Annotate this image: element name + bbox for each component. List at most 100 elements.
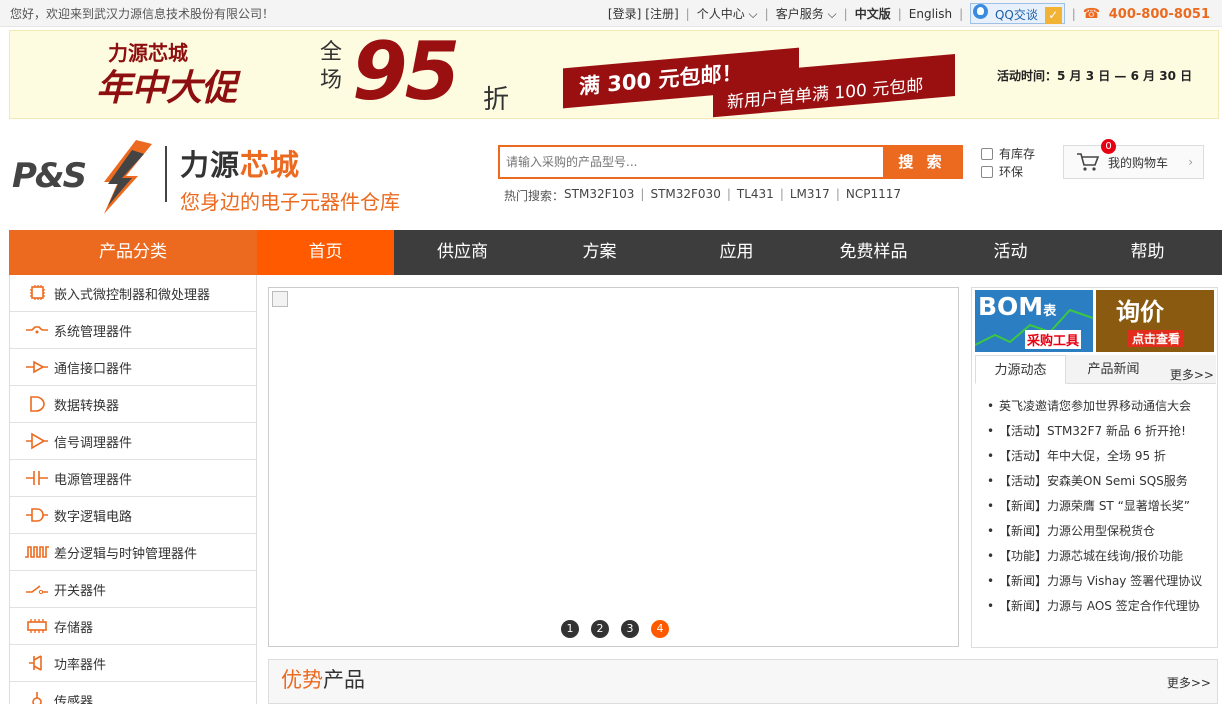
- sidebar-item[interactable]: 开关器件: [10, 571, 256, 608]
- sidebar-item[interactable]: 差分逻辑与时钟管理器件: [10, 534, 256, 571]
- nav-activities[interactable]: 活动: [942, 230, 1079, 275]
- nav-solutions[interactable]: 方案: [531, 230, 668, 275]
- news-item-text: 【功能】力源芯城在线询/报价功能: [999, 549, 1184, 563]
- news-more-link[interactable]: 更多>>: [1170, 366, 1214, 383]
- welcome-text: 您好，欢迎来到武汉力源信息技术股份有限公司！: [10, 7, 275, 21]
- news-item-text: 【活动】安森美ON Semi SQS服务: [999, 474, 1188, 488]
- news-item[interactable]: • 【新闻】力源公用型保税货仓: [987, 524, 1212, 549]
- converter-icon: [30, 396, 45, 412]
- sidebar-item-label: 传感器: [54, 694, 94, 704]
- cart-button[interactable]: 0 我的购物车 ›: [1063, 139, 1204, 179]
- filter-eco[interactable]: 环保: [981, 163, 1035, 181]
- hot-search-item[interactable]: TL431: [737, 187, 774, 204]
- site-logo[interactable]: P&S: [10, 138, 160, 216]
- sidebar-item[interactable]: 系统管理器件: [10, 312, 256, 349]
- register-link[interactable]: [注册]: [645, 5, 678, 22]
- sidebar-item[interactable]: 数据转换器: [10, 386, 256, 423]
- sidebar-item-label: 电源管理器件: [54, 472, 133, 488]
- lang-cn-link[interactable]: 中文版: [855, 5, 891, 22]
- search-input[interactable]: [500, 147, 883, 177]
- nav-applications[interactable]: 应用: [668, 230, 805, 275]
- nav-help[interactable]: 帮助: [1079, 230, 1216, 275]
- right-panel: BOM表 采购工具 询价 点击查看 力源动态 产品新闻 更多>> • 英飞凌邀请您…: [971, 287, 1218, 648]
- qq-chat-button[interactable]: QQ交谈 ✓: [970, 3, 1065, 24]
- sidebar-item-label: 开关器件: [54, 583, 107, 599]
- news-item[interactable]: • 【功能】力源芯城在线询/报价功能: [987, 549, 1212, 574]
- tab-company-news[interactable]: 力源动态: [975, 355, 1066, 384]
- search-button[interactable]: 搜 索: [883, 147, 961, 177]
- nav-free-samples[interactable]: 免费样品: [805, 230, 942, 275]
- nav-suppliers[interactable]: 供应商: [394, 230, 531, 275]
- slider-dot[interactable]: 2: [591, 620, 609, 638]
- banner-ribbon: 满 300 元包邮！ 新用户首单满 100 元包邮: [563, 31, 959, 118]
- advantage-products-section: 优势产品 更多>>: [268, 659, 1218, 704]
- sidebar-item[interactable]: 嵌入式微控制器和微处理器: [10, 275, 256, 312]
- hot-search-item[interactable]: STM32F030: [650, 187, 720, 204]
- memory-icon: [27, 619, 47, 633]
- hot-search-item[interactable]: LM317: [790, 187, 830, 204]
- section-title: 优势产品: [281, 664, 365, 694]
- hot-search-label: 热门搜索：: [504, 189, 565, 203]
- hot-searches: 热门搜索： STM32F103 | STM32F030 | TL431 | LM…: [504, 187, 901, 204]
- broken-image-icon: [272, 291, 288, 307]
- checkbox[interactable]: [981, 148, 993, 160]
- divider: |: [764, 6, 769, 21]
- clock-icon: [25, 546, 49, 558]
- sidebar-item[interactable]: 电源管理器件: [10, 460, 256, 497]
- hero-slider[interactable]: 1 2 3 4: [268, 287, 959, 647]
- tab-product-news[interactable]: 产品新闻: [1068, 355, 1159, 384]
- divider: |: [685, 6, 690, 21]
- sidebar-item-label: 系统管理器件: [54, 324, 133, 340]
- news-item[interactable]: • 【新闻】力源荣膺 ST “显著增长奖”: [987, 499, 1212, 524]
- login-link[interactable]: [登录]: [608, 5, 641, 22]
- bullet: •: [987, 449, 995, 463]
- sidebar-item[interactable]: 信号调理器件: [10, 423, 256, 460]
- news-item[interactable]: • 【活动】年中大促，全场 95 折: [987, 449, 1212, 474]
- news-item[interactable]: • 【活动】STM32F7 新品 6 折开抢!: [987, 424, 1212, 449]
- quote-subtitle: 点击查看: [1128, 330, 1185, 347]
- advantage-more-link[interactable]: 更多>>: [1167, 674, 1211, 691]
- filter-in-stock[interactable]: 有库存: [981, 145, 1035, 163]
- brand-name: 力源芯城: [180, 142, 400, 184]
- news-item[interactable]: • 【活动】安森美ON Semi SQS服务: [987, 474, 1212, 499]
- chevron-down-icon: ⌵: [827, 7, 837, 21]
- checkbox[interactable]: [981, 166, 993, 178]
- quote-promo[interactable]: 询价 点击查看: [1096, 290, 1214, 352]
- sidebar-item[interactable]: 存储器: [10, 608, 256, 645]
- promo-banner[interactable]: 力源芯城 年中大促 全场 95 折 满 300 元包邮！ 新用户首单满 100 …: [9, 30, 1219, 119]
- news-item[interactable]: • 【新闻】力源与 AOS 签定合作代理协: [987, 599, 1212, 624]
- news-list: • 英飞凌邀请您参加世界移动通信大会 • 【活动】STM32F7 新品 6 折开抢!…: [987, 399, 1212, 624]
- sidebar-item[interactable]: 功率器件: [10, 645, 256, 682]
- news-item[interactable]: • 【新闻】力源与 Vishay 签署代理协议: [987, 574, 1212, 599]
- news-item[interactable]: • 英飞凌邀请您参加世界移动通信大会: [987, 399, 1212, 424]
- nav-category[interactable]: 产品分类: [9, 230, 257, 275]
- divider: |: [843, 6, 848, 21]
- bom-title-suffix: 表: [1043, 304, 1057, 319]
- bom-title-text: BOM: [978, 292, 1044, 321]
- slider-dot[interactable]: 3: [621, 620, 639, 638]
- divider: |: [897, 6, 902, 21]
- sidebar-item[interactable]: 传感器: [10, 682, 256, 704]
- customer-service-label: 客户服务: [775, 7, 824, 21]
- personal-center-menu[interactable]: 个人中心 ⌵: [697, 5, 758, 22]
- nav-home[interactable]: 首页: [257, 230, 394, 275]
- system-icon: [26, 326, 48, 334]
- bom-subtitle: 采购工具: [1025, 330, 1082, 349]
- slider-dot[interactable]: 1: [561, 620, 579, 638]
- bullet: •: [987, 424, 995, 438]
- personal-center-label: 个人中心: [696, 7, 745, 21]
- slider-dot-active[interactable]: 4: [651, 620, 669, 638]
- lang-en-link[interactable]: English: [909, 7, 952, 21]
- customer-service-menu[interactable]: 客户服务 ⌵: [776, 5, 837, 22]
- top-links: [登录] [注册] | 个人中心 ⌵ | 客户服务 ⌵ | 中文版 | Engl…: [608, 0, 1210, 27]
- bom-tool-promo[interactable]: BOM表 采购工具: [975, 290, 1093, 352]
- sidebar-item[interactable]: 通信接口器件: [10, 349, 256, 386]
- sidebar-item[interactable]: 数字逻辑电路: [10, 497, 256, 534]
- bullet: •: [987, 524, 995, 538]
- interface-icon: [26, 360, 48, 374]
- hot-search-item[interactable]: STM32F103: [564, 187, 634, 204]
- hot-search-item[interactable]: NCP1117: [846, 187, 901, 204]
- divider: |: [779, 187, 784, 201]
- brand-prefix: 力源: [180, 148, 241, 182]
- sidebar-item-label: 信号调理器件: [54, 435, 133, 451]
